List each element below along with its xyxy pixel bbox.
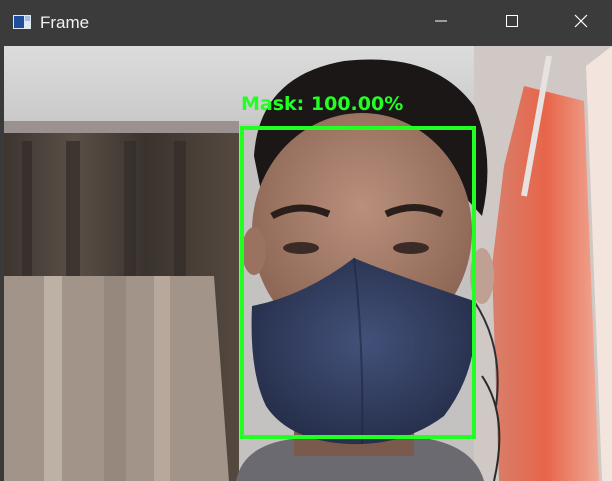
close-button[interactable] (557, 0, 605, 46)
app-window: Frame Mask: 100.00% (0, 0, 612, 481)
close-icon (574, 14, 588, 33)
minimize-icon (434, 14, 448, 33)
detection-bounding-box (240, 126, 476, 439)
maximize-icon (505, 14, 519, 33)
video-frame: Mask: 100.00% (4, 46, 612, 481)
window-title: Frame (40, 13, 90, 32)
detection-label: Mask: 100.00% (241, 93, 404, 115)
app-frame-icon (13, 15, 31, 29)
maximize-button[interactable] (488, 0, 536, 46)
title-bar[interactable]: Frame (0, 0, 612, 46)
minimize-button[interactable] (417, 0, 465, 46)
